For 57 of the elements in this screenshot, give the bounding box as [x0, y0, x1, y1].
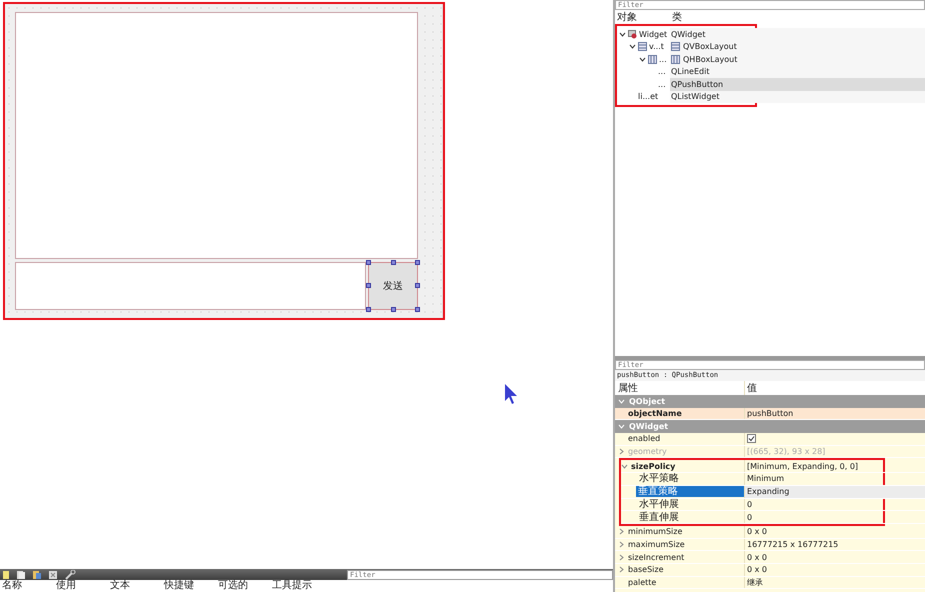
horizontal-layout-icon — [671, 54, 680, 64]
property-name[interactable]: 垂直策略 — [636, 486, 744, 498]
line-edit[interactable] — [15, 262, 366, 310]
column-header[interactable]: 使用 — [54, 580, 108, 592]
property-value[interactable]: 0 — [747, 512, 752, 522]
column-header[interactable]: 工具提示 — [270, 580, 324, 592]
horizontal-layout-icon — [648, 54, 657, 64]
property-value[interactable]: [Minimum, Expanding, 0, 0] — [747, 462, 858, 471]
property-name[interactable]: 水平伸展 — [637, 498, 681, 510]
wrench-icon[interactable] — [64, 570, 76, 580]
property-value[interactable]: 0 x 0 — [747, 565, 767, 574]
property-name[interactable]: baseSize — [628, 565, 664, 574]
property-name[interactable]: 水平策略 — [637, 473, 681, 484]
new-file-icon[interactable] — [2, 570, 10, 580]
property-name[interactable]: minimumSize — [628, 527, 682, 536]
cursor-icon — [504, 383, 518, 405]
resize-handle[interactable] — [366, 283, 371, 288]
column-header[interactable]: 快捷键 — [162, 580, 216, 592]
property-value[interactable]: Expanding — [747, 487, 790, 496]
property-value[interactable]: pushButton — [747, 409, 794, 418]
chevron-icon[interactable] — [619, 30, 626, 38]
column-header[interactable]: 文本 — [108, 580, 162, 592]
property-value[interactable]: 继承 — [747, 576, 763, 588]
property-name[interactable]: enabled — [628, 434, 660, 444]
chevron-icon[interactable] — [639, 56, 646, 63]
widget-icon — [628, 30, 637, 39]
resize-handle[interactable] — [391, 307, 396, 312]
property-name[interactable]: 垂直伸展 — [637, 512, 681, 523]
column-header[interactable]: 对象 — [615, 10, 672, 24]
property-value[interactable]: 0 — [747, 500, 752, 509]
resize-handle[interactable] — [391, 260, 396, 265]
property-value[interactable]: 0 x 0 — [747, 527, 767, 536]
resize-handle[interactable] — [366, 260, 371, 265]
resize-handle[interactable] — [366, 307, 371, 312]
property-name[interactable]: sizeIncrement — [628, 552, 684, 562]
copy-icon[interactable] — [32, 570, 42, 580]
send-button[interactable]: 发送 — [368, 262, 418, 310]
resize-handle[interactable] — [415, 260, 420, 265]
delete-icon[interactable] — [48, 570, 58, 580]
property-value[interactable]: 16777215 x 16777215 — [747, 540, 838, 549]
vertical-layout-icon — [638, 42, 647, 52]
property-value[interactable]: Minimum — [747, 474, 784, 484]
property-name[interactable]: palette — [628, 578, 656, 587]
checkbox[interactable] — [747, 434, 756, 444]
property-value[interactable]: 0 x 0 — [747, 552, 767, 562]
resize-handle[interactable] — [415, 283, 420, 288]
column-header[interactable]: 名称 — [0, 580, 54, 592]
property-name[interactable]: sizePolicy — [631, 462, 676, 471]
pages-icon[interactable] — [16, 570, 26, 580]
resize-handle[interactable] — [415, 307, 420, 312]
property-name[interactable]: maximumSize — [628, 540, 685, 549]
vertical-layout-icon — [671, 42, 680, 52]
column-header[interactable]: 可选的 — [216, 580, 270, 592]
column-header[interactable]: 值 — [745, 381, 925, 395]
property-name[interactable]: objectName — [628, 409, 682, 418]
chevron-icon[interactable] — [629, 43, 636, 50]
column-header[interactable]: 类 — [672, 10, 925, 24]
